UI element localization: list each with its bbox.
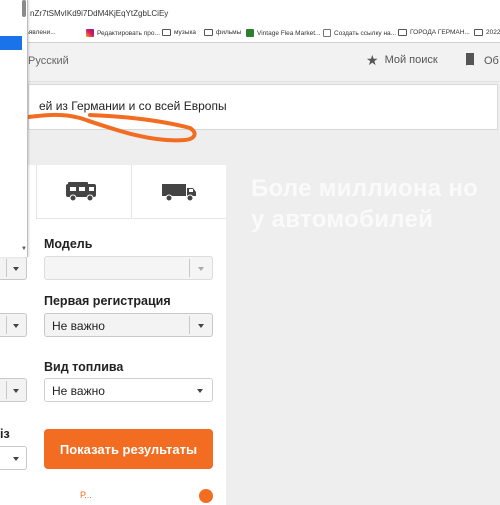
bookmark-item[interactable]: 2022 xyxy=(474,29,500,36)
mileage-select[interactable] xyxy=(0,378,27,402)
show-results-button[interactable]: Показать результаты xyxy=(44,429,213,469)
model-label: Модель xyxy=(44,237,93,251)
select-divider xyxy=(189,259,190,277)
dropdown-list[interactable]: ▼ xyxy=(0,0,28,257)
vintage-flea-icon xyxy=(246,29,254,37)
hero-line-1: Боле миллиона но xyxy=(251,175,479,202)
first-registration-select[interactable]: Не важно xyxy=(44,313,213,337)
url-text[interactable]: nZr7tSMvIKd9i7DdM4KjEqYtZgbLCiEy xyxy=(30,9,168,18)
chevron-down-icon xyxy=(198,267,204,271)
hero-heading: Боле миллиона но у автомобилей xyxy=(251,173,478,235)
bookmark-label: ГОРОДА ГЕРМАН... xyxy=(410,29,470,36)
bookmark-label: фильмы xyxy=(216,29,242,36)
star-icon: ★ xyxy=(366,51,379,68)
orange-annotation-stroke xyxy=(0,90,197,143)
address-bar[interactable]: nZr7tSMvIKd9i7DdM4KjEqYtZgbLCiEy xyxy=(0,0,500,27)
my-search-link[interactable]: ★ Мой поиск xyxy=(366,51,438,68)
location-select[interactable] xyxy=(0,446,27,470)
folder-icon xyxy=(162,29,171,36)
fuel-type-label: Вид топлива xyxy=(44,360,124,374)
truck-icon xyxy=(162,184,196,202)
badge-dot xyxy=(199,489,213,503)
bookmark-item[interactable]: ГОРОДА ГЕРМАН... xyxy=(398,29,470,36)
bookmark-item[interactable]: Создать ссылку на... xyxy=(323,29,396,37)
bookmark-label: Редактировать про... xyxy=(97,29,160,37)
folder-icon xyxy=(398,29,407,36)
select-divider xyxy=(6,259,7,277)
bookmarks-bar: ртал объявлени... Редактировать про... м… xyxy=(0,26,500,43)
folder-icon xyxy=(474,29,483,36)
bookmark-label: Vintage Flea Market... xyxy=(257,29,321,37)
dropdown-selected-option[interactable] xyxy=(0,36,22,50)
bottom-link[interactable]: Р... xyxy=(80,490,92,500)
language-selector[interactable]: Русский xyxy=(28,55,69,67)
instagram-icon xyxy=(86,29,94,37)
fuel-type-value: Не важно xyxy=(52,384,105,398)
chevron-down-icon xyxy=(198,324,204,328)
chevron-down-icon xyxy=(13,389,19,393)
bookmark-item[interactable]: фильмы xyxy=(204,29,241,36)
chevron-down-icon xyxy=(13,267,19,271)
tab-truck[interactable] xyxy=(131,165,227,218)
page-icon xyxy=(323,29,331,37)
price-select[interactable] xyxy=(0,313,27,337)
bookmark-icon[interactable] xyxy=(466,53,474,69)
hero-line-2: у автомобилей xyxy=(251,206,434,233)
vehicle-type-tabs xyxy=(36,165,226,219)
scroll-down-icon[interactable]: ▼ xyxy=(21,246,27,252)
bookmark-label: музыка xyxy=(174,29,197,36)
chevron-down-icon xyxy=(13,324,19,328)
model-select[interactable] xyxy=(44,256,213,280)
dropdown-scrollbar[interactable] xyxy=(22,0,26,17)
select-divider xyxy=(6,381,7,399)
bookmark-label: Создать ссылку на... xyxy=(334,29,397,37)
left-field-label: із xyxy=(0,427,10,441)
make-select[interactable] xyxy=(0,256,27,280)
header-link-cut[interactable]: Об xyxy=(484,55,499,67)
select-divider xyxy=(189,316,190,334)
folder-icon xyxy=(204,29,213,36)
site-header: Русский ★ Мой поиск xyxy=(0,43,500,82)
fuel-type-select[interactable]: Не важно xyxy=(44,378,213,402)
my-search-label: Мой поиск xyxy=(384,54,438,66)
bookmark-item[interactable]: музыка xyxy=(162,29,196,36)
camper-van-icon xyxy=(66,182,96,202)
tab-camper[interactable] xyxy=(36,165,130,218)
first-registration-value: Не важно xyxy=(52,319,105,333)
chevron-down-icon xyxy=(197,389,203,393)
first-registration-label: Первая регистрация xyxy=(44,294,171,308)
bookmark-item[interactable]: Vintage Flea Market... xyxy=(246,29,320,37)
select-divider xyxy=(6,316,7,334)
chevron-down-icon xyxy=(13,457,19,461)
bookmark-label: 2022 xyxy=(486,29,500,36)
bookmark-item[interactable]: Редактировать про... xyxy=(86,29,160,37)
